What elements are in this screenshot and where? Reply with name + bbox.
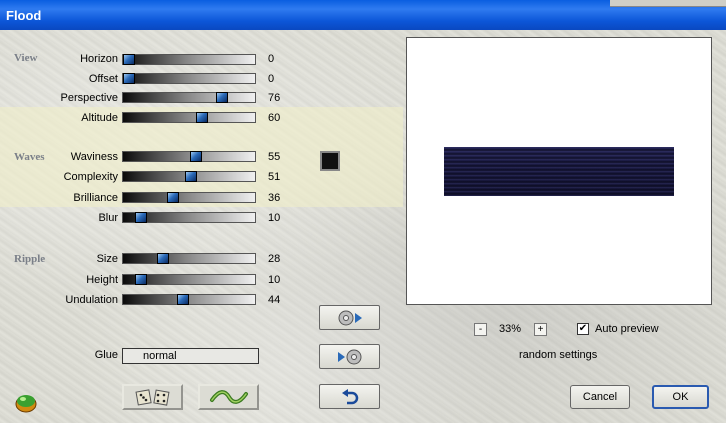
- preview-image: [444, 147, 674, 196]
- altitude-label: Altitude: [81, 112, 118, 124]
- load-preset-button[interactable]: [319, 344, 380, 369]
- perspective-slider[interactable]: [122, 92, 256, 103]
- checkmark-icon: ✔: [578, 323, 588, 334]
- background-window-edge: [610, 0, 726, 7]
- complexity-value: 51: [268, 171, 281, 183]
- perspective-value: 76: [268, 92, 281, 104]
- horizon-value: 0: [268, 53, 275, 65]
- random-settings-label: random settings: [519, 349, 598, 361]
- brilliance-value: 36: [268, 192, 281, 204]
- undulation-label: Undulation: [65, 294, 118, 306]
- offset-label: Offset: [88, 73, 118, 85]
- blur-value: 10: [268, 212, 281, 224]
- complexity-label: Complexity: [63, 171, 118, 183]
- waviness-value: 55: [268, 151, 281, 163]
- zoom-out-button[interactable]: -: [474, 323, 487, 336]
- size-value: 28: [268, 253, 281, 265]
- glue-mode-select[interactable]: normal: [122, 348, 259, 364]
- altitude-value: 60: [268, 112, 281, 124]
- window-title: Flood: [6, 8, 42, 23]
- complexity-slider-thumb[interactable]: [185, 171, 198, 182]
- cancel-button-label: Cancel: [582, 391, 618, 403]
- brilliance-label: Brilliance: [73, 192, 118, 204]
- size-slider-thumb[interactable]: [157, 253, 170, 264]
- waviness-slider[interactable]: [122, 151, 256, 162]
- wave-preset-button[interactable]: [198, 384, 259, 410]
- blur-label: Blur: [98, 212, 118, 224]
- ok-button-label: OK: [672, 391, 689, 403]
- altitude-slider-thumb[interactable]: [196, 112, 209, 123]
- glue-label: Glue: [94, 349, 118, 361]
- apply-preview-button[interactable]: [319, 305, 380, 330]
- horizon-slider-thumb[interactable]: [123, 54, 135, 65]
- forward-disc-icon: [337, 349, 361, 364]
- plugin-logo-icon: [15, 395, 37, 413]
- undo-arrow-icon: [341, 388, 358, 404]
- random-dice-button[interactable]: [122, 384, 183, 410]
- height-label: Height: [86, 274, 118, 286]
- brilliance-slider[interactable]: [122, 192, 256, 203]
- undulation-value: 44: [268, 294, 281, 306]
- auto-preview-checkbox[interactable]: ✔: [577, 323, 589, 335]
- horizon-slider[interactable]: [122, 54, 256, 65]
- cancel-button[interactable]: Cancel: [570, 385, 630, 409]
- undulation-slider[interactable]: [122, 294, 256, 305]
- perspective-label: Perspective: [60, 92, 118, 104]
- undulation-slider-thumb[interactable]: [176, 294, 189, 305]
- dice-icon: [134, 389, 170, 406]
- offset-slider[interactable]: [122, 73, 256, 84]
- brilliance-slider-thumb[interactable]: [166, 192, 179, 203]
- height-value: 10: [268, 274, 281, 286]
- offset-slider-thumb[interactable]: [123, 73, 135, 84]
- waviness-slider-thumb[interactable]: [190, 151, 203, 162]
- complexity-slider[interactable]: [122, 171, 256, 182]
- waviness-label: Waviness: [70, 151, 118, 163]
- reset-button[interactable]: [319, 384, 380, 409]
- flood-dialog: Flood View Waves Ripple Horizon 0 Offset…: [0, 0, 726, 423]
- perspective-slider-thumb[interactable]: [215, 92, 228, 103]
- height-slider[interactable]: [122, 274, 256, 285]
- horizon-label: Horizon: [80, 53, 118, 65]
- blur-slider[interactable]: [122, 212, 256, 223]
- zoom-in-button[interactable]: +: [534, 323, 547, 336]
- size-label: Size: [96, 253, 118, 265]
- auto-preview-label: Auto preview: [595, 323, 659, 335]
- ok-button[interactable]: OK: [652, 385, 709, 409]
- color-swatch[interactable]: [320, 151, 340, 171]
- blur-slider-thumb[interactable]: [135, 212, 148, 223]
- wave-icon: [209, 390, 248, 404]
- disc-forward-icon: [338, 310, 362, 325]
- altitude-slider[interactable]: [122, 112, 256, 123]
- size-slider[interactable]: [122, 253, 256, 264]
- zoom-level: 33%: [499, 323, 522, 335]
- height-slider-thumb[interactable]: [135, 274, 148, 285]
- offset-value: 0: [268, 73, 275, 85]
